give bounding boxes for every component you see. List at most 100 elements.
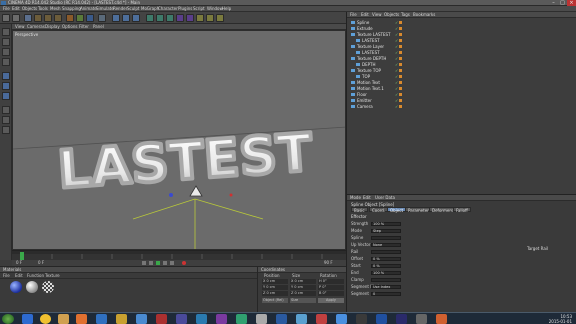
object-row[interactable]: Texture DEPTH ✓: [347, 56, 576, 61]
record-keyframe-button[interactable]: [182, 261, 186, 265]
taskbar-app-icon[interactable]: [176, 314, 187, 324]
visibility-check-icon[interactable]: ✓: [395, 44, 398, 49]
object-row[interactable]: Extrude ✓: [347, 26, 576, 31]
add-array-button[interactable]: [176, 14, 184, 22]
taskbar-explorer-icon[interactable]: [58, 314, 69, 324]
taskbar-aftereffects-icon[interactable]: [396, 314, 407, 324]
taskbar-chrome-icon[interactable]: [40, 314, 51, 324]
texture-tag-icon[interactable]: [399, 51, 402, 54]
visibility-check-icon[interactable]: ✓: [395, 98, 398, 103]
taskbar-ie-icon[interactable]: [22, 314, 33, 324]
visibility-check-icon[interactable]: ✓: [395, 62, 398, 67]
goto-end-button[interactable]: [170, 261, 174, 265]
render-picture-viewer-button[interactable]: [122, 14, 130, 22]
mat-menu-edit[interactable]: Edit: [15, 273, 23, 279]
object-row[interactable]: Camera ✓: [347, 104, 576, 109]
add-light-button[interactable]: [216, 14, 224, 22]
taskbar-cinema4d-icon[interactable]: [96, 314, 107, 324]
taskbar-app-icon[interactable]: [216, 314, 227, 324]
move-button[interactable]: [34, 14, 42, 22]
attr-tab-basic[interactable]: Basic: [351, 207, 368, 213]
attr-menu-user-data[interactable]: User Data: [375, 195, 395, 201]
goto-start-button[interactable]: [142, 261, 146, 265]
workplane-button[interactable]: [2, 116, 10, 124]
make-editable-button[interactable]: [2, 28, 10, 36]
texture-tag-icon[interactable]: [399, 105, 402, 108]
visibility-check-icon[interactable]: ✓: [395, 104, 398, 109]
rotation-b-field[interactable]: B 0°: [318, 291, 344, 296]
position-x-field[interactable]: X 0 cm: [262, 279, 288, 284]
visibility-check-icon[interactable]: ✓: [395, 50, 398, 55]
coord-mode-dropdown[interactable]: Object (Rel): [262, 298, 288, 303]
object-row[interactable]: TOP ✓: [347, 74, 576, 79]
texture-tag-icon[interactable]: [399, 57, 402, 60]
next-frame-button[interactable]: [163, 261, 167, 265]
attribute-value-field[interactable]: 0 %: [371, 257, 401, 261]
attribute-value-field[interactable]: [371, 236, 401, 240]
add-camera-button[interactable]: [206, 14, 214, 22]
attribute-value-field[interactable]: 0: [371, 292, 401, 296]
position-y-field[interactable]: Y 0 cm: [262, 285, 288, 290]
mat-menu-texture[interactable]: Texture: [45, 273, 60, 279]
add-cube-button[interactable]: [146, 14, 154, 22]
attr-tab-falloff[interactable]: Falloff: [453, 207, 471, 213]
coord-size-mode-dropdown[interactable]: Size: [290, 298, 316, 303]
points-mode-button[interactable]: [2, 72, 10, 80]
taskbar-app-icon[interactable]: [156, 314, 167, 324]
object-row[interactable]: Motion Text ✓: [347, 80, 576, 85]
material-swatch-checker[interactable]: [42, 281, 54, 293]
texture-tag-icon[interactable]: [399, 99, 402, 102]
add-spline-button[interactable]: [156, 14, 164, 22]
visibility-check-icon[interactable]: ✓: [395, 92, 398, 97]
attr-tab-coord[interactable]: Coord.: [369, 207, 389, 213]
y-axis-button[interactable]: [76, 14, 84, 22]
object-row[interactable]: LASTEST ✓: [347, 50, 576, 55]
rotation-h-field[interactable]: H 0°: [318, 279, 344, 284]
attribute-value-field[interactable]: 0 %: [371, 264, 401, 268]
object-row[interactable]: Texture LASTEST ✓: [347, 32, 576, 37]
texture-tag-icon[interactable]: [399, 93, 402, 96]
attribute-value-field[interactable]: Use Index: [371, 285, 401, 289]
x-axis-button[interactable]: [66, 14, 74, 22]
texture-tag-icon[interactable]: [399, 75, 402, 78]
object-row[interactable]: Texture TOP ✓: [347, 68, 576, 73]
live-selection-button[interactable]: [24, 14, 32, 22]
attr-menu-edit[interactable]: Edit: [363, 195, 371, 201]
rotate-button[interactable]: [54, 14, 62, 22]
texture-tag-icon[interactable]: [399, 21, 402, 24]
texture-tag-icon[interactable]: [399, 27, 402, 30]
object-row[interactable]: Motion Text.1 ✓: [347, 86, 576, 91]
previous-frame-button[interactable]: [149, 261, 153, 265]
visibility-check-icon[interactable]: ✓: [395, 80, 398, 85]
texture-tag-icon[interactable]: [399, 63, 402, 66]
axis-mode-button[interactable]: [2, 58, 10, 66]
attribute-value-field[interactable]: None: [371, 243, 401, 247]
attribute-value-field[interactable]: Step: [371, 229, 401, 233]
size-x-field[interactable]: X 0 cm: [290, 279, 316, 284]
taskbar-app-icon[interactable]: [296, 314, 307, 324]
size-y-field[interactable]: Y 0 cm: [290, 285, 316, 290]
z-axis-button[interactable]: [86, 14, 94, 22]
taskbar-app-icon[interactable]: [136, 314, 147, 324]
attribute-value-field[interactable]: [371, 250, 401, 254]
play-button[interactable]: [156, 261, 160, 265]
polygons-mode-button[interactable]: [2, 92, 10, 100]
taskbar-clock[interactable]: 10:53 2015-01-01: [549, 314, 572, 324]
object-row[interactable]: DEPTH ✓: [347, 62, 576, 67]
texture-tag-icon[interactable]: [399, 45, 402, 48]
taskbar-media-icon[interactable]: [76, 314, 87, 324]
snap-button[interactable]: [2, 106, 10, 114]
visibility-check-icon[interactable]: ✓: [395, 74, 398, 79]
taskbar-app-icon[interactable]: [256, 314, 267, 324]
size-z-field[interactable]: Z 0 cm: [290, 291, 316, 296]
attr-tab-object[interactable]: Object: [387, 207, 407, 213]
visibility-check-icon[interactable]: ✓: [395, 68, 398, 73]
add-deformer-button[interactable]: [186, 14, 194, 22]
texture-mode-button[interactable]: [2, 48, 10, 56]
coord-apply-button[interactable]: Apply: [318, 298, 344, 303]
visibility-check-icon[interactable]: ✓: [395, 56, 398, 61]
object-row[interactable]: Texture Layer ✓: [347, 44, 576, 49]
material-swatch-blue[interactable]: [10, 281, 22, 293]
taskbar-app-icon[interactable]: [236, 314, 247, 324]
visibility-check-icon[interactable]: ✓: [395, 26, 398, 31]
